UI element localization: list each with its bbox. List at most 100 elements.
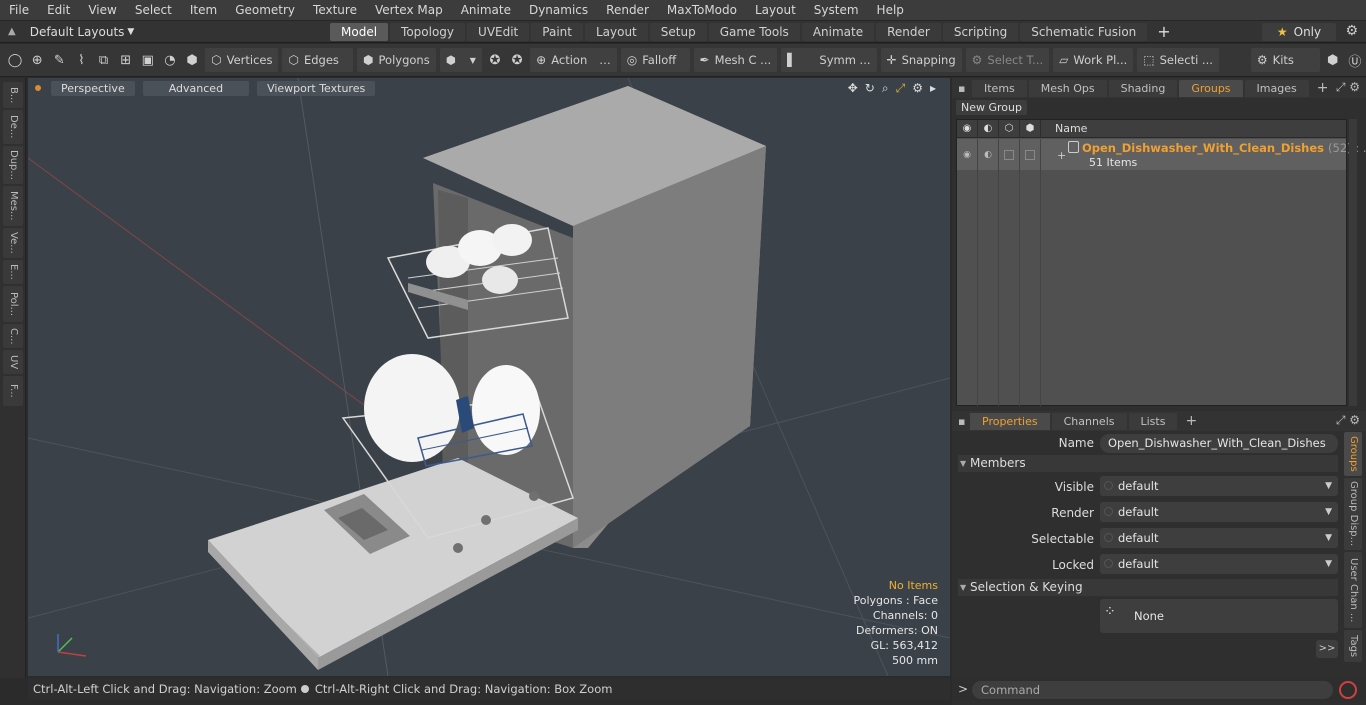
tab-paint[interactable]: Paint — [531, 22, 583, 41]
visibility-eye-icon[interactable]: ◉ — [957, 119, 978, 138]
new-group-button[interactable]: New Group — [956, 100, 1027, 115]
command-input[interactable]: Command — [972, 681, 1333, 699]
advanced-button[interactable]: Advanced — [142, 80, 250, 96]
panel-menu-icon[interactable]: ▪ — [952, 82, 972, 95]
viewport-textures-button[interactable]: Viewport Textures — [257, 80, 376, 96]
tab-images[interactable]: Images — [1244, 79, 1309, 97]
menu-texture[interactable]: Texture — [304, 0, 366, 21]
left-tab-polygon[interactable]: Pol... — [3, 286, 23, 322]
tab-shading[interactable]: Shading — [1108, 79, 1178, 97]
globe-icon[interactable]: ⊕ — [27, 49, 47, 71]
perspective-button[interactable]: Perspective — [51, 80, 135, 96]
selectable-dropdown[interactable]: default ▼ — [1100, 528, 1338, 548]
left-tab-uv[interactable]: UV — [3, 350, 23, 374]
action-button[interactable]: ⊕ Action… — [530, 48, 617, 72]
more-button[interactable]: >> — [1316, 640, 1338, 658]
tab-model[interactable]: Model — [330, 22, 389, 41]
groups-scrollbar[interactable] — [1349, 119, 1357, 406]
tab-lists[interactable]: Lists — [1128, 412, 1178, 430]
left-tab-deform[interactable]: De... — [3, 110, 23, 144]
select-through-button[interactable]: ⚙ Select T... — [965, 48, 1050, 72]
left-tab-fusion[interactable]: F... — [3, 376, 23, 406]
pen-icon[interactable]: ✎ — [49, 49, 69, 71]
add-tab-icon[interactable]: + — [1179, 413, 1203, 429]
pan-icon[interactable]: ✥ — [848, 81, 858, 96]
unity-icon[interactable]: ⬢ — [1323, 49, 1343, 71]
menu-file[interactable]: File — [0, 0, 38, 21]
render-dropdown[interactable]: default ▼ — [1100, 502, 1338, 522]
symmetry-button[interactable]: ▌ Symm ... — [781, 48, 877, 72]
menu-view[interactable]: View — [79, 0, 125, 21]
collapse-up-icon[interactable]: ▲ — [8, 26, 16, 37]
group-lock-toggle[interactable] — [999, 139, 1020, 170]
left-tab-duplicate[interactable]: Dup... — [3, 146, 23, 184]
menu-maxtomodo[interactable]: MaxToModo — [658, 0, 746, 21]
left-tab-mesh[interactable]: Mes... — [3, 186, 23, 226]
menu-layout[interactable]: Layout — [746, 0, 805, 21]
fit-icon[interactable]: ⤢ — [896, 81, 906, 96]
name-field[interactable]: Open_Dishwasher_With_Clean_Dishes (52) — [1100, 434, 1338, 469]
viewport-menu-dot[interactable] — [35, 85, 41, 91]
viewport-settings-icon[interactable]: ⚙ — [912, 81, 923, 96]
transform-icon[interactable]: ⧉ — [94, 49, 114, 71]
menu-select[interactable]: Select — [126, 0, 181, 21]
group-visible-toggle[interactable]: ◉ — [957, 139, 978, 170]
menu-geometry[interactable]: Geometry — [226, 0, 304, 21]
tab-uvedit[interactable]: UVEdit — [467, 22, 530, 41]
side-tab-user-channels[interactable]: User Chan ... — [1344, 552, 1362, 628]
material-mode-button[interactable]: ⬢ ▼ — [439, 48, 482, 72]
panel-expand-icon[interactable]: ⤢ ⚙ — [1336, 413, 1360, 428]
tab-layout[interactable]: Layout — [584, 22, 648, 41]
selectable-icon[interactable]: ⬢ — [1020, 119, 1041, 138]
unreal-icon[interactable]: Ⓤ — [1345, 49, 1365, 71]
expand-arrow-icon[interactable]: ▸ — [930, 81, 936, 96]
locked-dropdown[interactable]: default ▼ — [1100, 554, 1338, 574]
snapping-button[interactable]: ✛ Snapping — [880, 48, 962, 72]
tab-setup[interactable]: Setup — [649, 22, 707, 41]
circle-select-icon[interactable]: ◯ — [5, 49, 25, 71]
lock-icon[interactable]: ⬡ — [999, 119, 1020, 138]
work-plane-button[interactable]: ▱ Work Pl... — [1053, 48, 1134, 72]
tab-channels[interactable]: Channels — [1051, 412, 1127, 430]
side-tab-groups[interactable]: Groups — [1344, 432, 1362, 476]
group-name[interactable]: Open_Dishwasher_With_Clean_Dishes (52) :… — [1082, 141, 1366, 155]
3d-viewport[interactable]: Perspective Advanced Viewport Textures ✥… — [28, 78, 950, 676]
add-tab-icon[interactable]: + — [1311, 80, 1335, 96]
group-row[interactable]: ◉ ◐ + Open_Dishwasher_With_Clean_Dishes … — [957, 139, 1366, 170]
menu-animate[interactable]: Animate — [452, 0, 520, 21]
name-column-header[interactable]: Name — [1041, 122, 1087, 135]
kits-button[interactable]: ⚙ Kits — [1250, 48, 1320, 72]
left-tab-basic[interactable]: B... — [3, 82, 23, 108]
orbit-icon[interactable]: ↻ — [865, 81, 875, 96]
left-tab-vertex[interactable]: Ve... — [3, 228, 23, 258]
none-button[interactable]: ⁘ None — [1100, 599, 1338, 633]
tab-scripting[interactable]: Scripting — [942, 22, 1019, 41]
tab-properties[interactable]: Properties — [970, 412, 1050, 430]
symmetry-x-icon[interactable]: ✪ — [485, 49, 505, 71]
members-section[interactable]: ▼ Members — [958, 455, 1338, 472]
edges-button[interactable]: ⬡ Edges — [282, 48, 354, 72]
tab-schematic-fusion[interactable]: Schematic Fusion — [1020, 22, 1148, 41]
item-mode-icon[interactable]: ⬢ — [182, 49, 202, 71]
group-select-toggle[interactable] — [1020, 139, 1041, 170]
tab-topology[interactable]: Topology — [390, 22, 466, 41]
menu-item[interactable]: Item — [181, 0, 226, 21]
tab-game-tools[interactable]: Game Tools — [708, 22, 800, 41]
brush-icon[interactable]: ⌇ — [71, 49, 91, 71]
menu-dynamics[interactable]: Dynamics — [520, 0, 597, 21]
expand-plus-icon[interactable]: + — [1057, 149, 1066, 162]
selection-sets-button[interactable]: ⬚ Selecti ... — [1137, 48, 1219, 72]
record-macro-icon[interactable] — [1339, 681, 1357, 699]
falloff-button[interactable]: ◎ Falloff — [620, 48, 690, 72]
menu-edit[interactable]: Edit — [38, 0, 79, 21]
mesh-constraint-button[interactable]: ✒ Mesh C ... — [693, 48, 778, 72]
selection-keying-section[interactable]: ▼ Selection & Keying — [958, 579, 1338, 596]
menu-help[interactable]: Help — [868, 0, 913, 21]
menu-render[interactable]: Render — [597, 0, 658, 21]
add-tab-icon[interactable]: + — [1149, 22, 1178, 41]
tab-mesh-ops[interactable]: Mesh Ops — [1028, 79, 1107, 97]
side-tab-group-display[interactable]: Group Disp... — [1344, 478, 1362, 550]
render-icon[interactable]: ◐ — [978, 119, 999, 138]
vertices-button[interactable]: ⬡ Vertices — [205, 48, 279, 72]
only-button[interactable]: ★ Only — [1262, 23, 1336, 41]
